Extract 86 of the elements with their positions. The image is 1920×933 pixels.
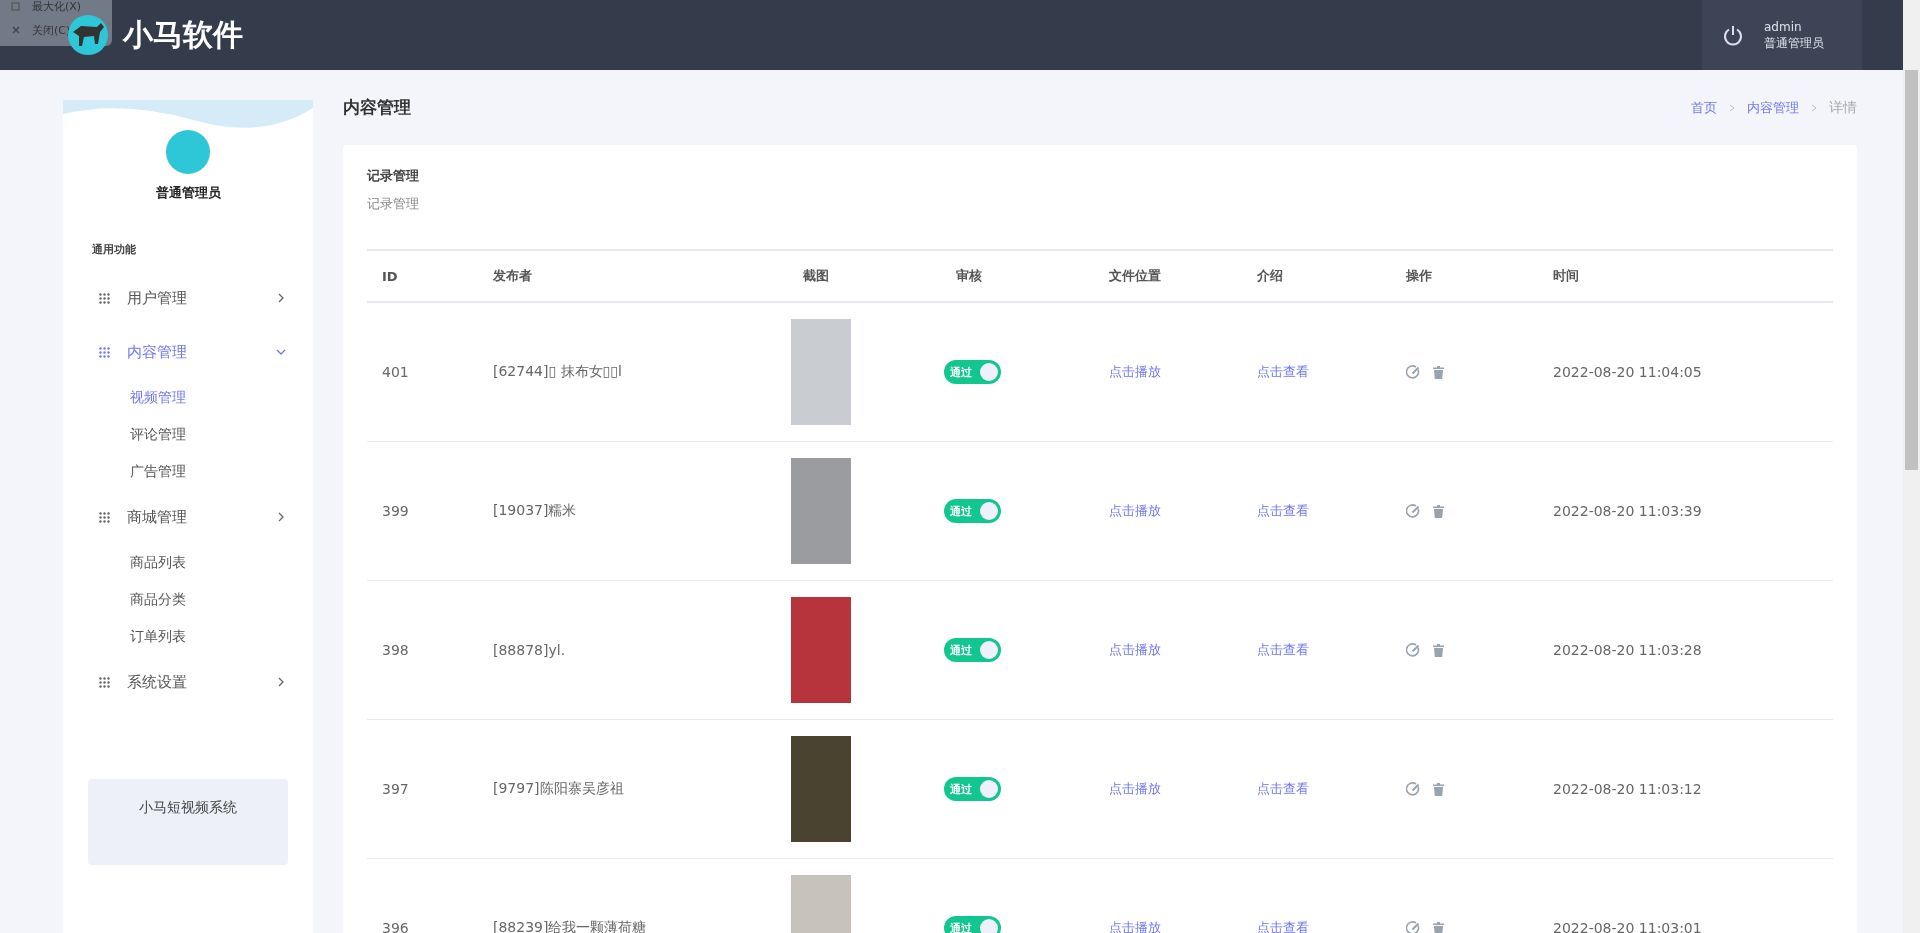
page-title: 内容管理 bbox=[343, 96, 411, 119]
table-cell: 2022-08-20 11:03:01 bbox=[1553, 920, 1702, 933]
section-title: 通用功能 bbox=[92, 242, 137, 257]
view-link[interactable]: 点击查看 bbox=[1257, 503, 1309, 518]
delete-icon[interactable] bbox=[1433, 643, 1444, 657]
grid-icon bbox=[99, 292, 110, 304]
delete-icon[interactable] bbox=[1433, 782, 1444, 796]
column-header: 操作 bbox=[1405, 267, 1433, 285]
table-cell: [19037]糯米 bbox=[493, 502, 577, 518]
nav-subitem[interactable]: 评论管理 bbox=[63, 416, 313, 453]
table-cell: [9797]陈阳寨吴彦祖 bbox=[493, 780, 624, 796]
user-panel[interactable]: admin 普通管理员 bbox=[1702, 0, 1862, 70]
grid-icon bbox=[99, 346, 110, 358]
edit-icon[interactable] bbox=[1406, 781, 1421, 797]
restore-icon bbox=[11, 1, 21, 11]
column-header: 文件位置 bbox=[1108, 267, 1162, 285]
review-toggle[interactable]: 通过 bbox=[944, 916, 1001, 933]
delete-icon[interactable] bbox=[1433, 504, 1444, 518]
chevron-right-icon bbox=[276, 677, 286, 687]
delete-icon[interactable] bbox=[1433, 365, 1444, 379]
view-link[interactable]: 点击查看 bbox=[1257, 642, 1309, 657]
table-cell: 401 bbox=[382, 364, 409, 380]
review-toggle[interactable]: 通过 bbox=[944, 638, 1001, 662]
nav-subitem[interactable]: 商品列表 bbox=[63, 544, 313, 581]
table-cell: 2022-08-20 11:03:12 bbox=[1553, 781, 1702, 797]
table-cell: 397 bbox=[382, 781, 409, 797]
review-toggle[interactable]: 通过 bbox=[944, 499, 1001, 523]
table-cell: 2022-08-20 11:03:39 bbox=[1553, 503, 1702, 519]
user-name: admin bbox=[1764, 19, 1803, 35]
column-header: ID bbox=[381, 268, 399, 284]
menu-item[interactable]: 关闭(C) bbox=[0, 18, 112, 42]
column-header: 截图 bbox=[802, 267, 830, 285]
nav-item[interactable]: 商城管理 bbox=[63, 490, 313, 544]
play-link[interactable]: 点击播放 bbox=[1109, 364, 1161, 379]
review-toggle[interactable]: 通过 bbox=[944, 360, 1001, 384]
table-cell: 2022-08-20 11:03:28 bbox=[1553, 642, 1702, 658]
nav-subitem[interactable]: 商品分类 bbox=[63, 581, 313, 618]
table-cell: 399 bbox=[382, 503, 409, 519]
nav-subitem[interactable]: 订单列表 bbox=[63, 618, 313, 655]
chevron-right-icon bbox=[276, 293, 286, 303]
view-link[interactable]: 点击查看 bbox=[1257, 364, 1309, 379]
chevron-right-icon bbox=[1811, 103, 1817, 112]
nav-item[interactable]: 用户管理 bbox=[63, 271, 313, 325]
grid-icon bbox=[99, 511, 110, 523]
edit-icon[interactable] bbox=[1406, 364, 1421, 380]
delete-icon[interactable] bbox=[1433, 921, 1444, 933]
play-link[interactable]: 点击播放 bbox=[1109, 642, 1161, 657]
edit-icon[interactable] bbox=[1406, 642, 1421, 658]
review-toggle[interactable]: 通过 bbox=[944, 777, 1001, 801]
breadcrumb-item: 详情 bbox=[1829, 98, 1857, 117]
column-header: 审核 bbox=[955, 267, 983, 285]
table-cell: [88878]yl. bbox=[493, 642, 566, 658]
avatar bbox=[166, 130, 210, 174]
horse-logo-icon bbox=[67, 14, 109, 56]
edit-icon[interactable] bbox=[1406, 503, 1421, 519]
nav-item[interactable]: 系统设置 bbox=[63, 655, 313, 709]
table-cell: [62744]▯ 抹布女▯▯l bbox=[493, 363, 622, 379]
card-subtitle: 记录管理 bbox=[367, 195, 420, 213]
breadcrumb-item[interactable]: 首页 bbox=[1691, 98, 1717, 117]
table-cell: 2022-08-20 11:04:05 bbox=[1553, 364, 1702, 380]
table-cell: 396 bbox=[382, 920, 409, 933]
menu-item[interactable]: 最大化(X) bbox=[0, 0, 112, 18]
column-header: 时间 bbox=[1552, 267, 1580, 285]
brand-name: 小马软件 bbox=[123, 15, 243, 54]
edit-icon[interactable] bbox=[1406, 920, 1421, 933]
nav-subitem[interactable]: 广告管理 bbox=[63, 453, 313, 490]
role-name: 普通管理员 bbox=[154, 184, 222, 202]
chevron-right-icon bbox=[276, 512, 286, 522]
play-link[interactable]: 点击播放 bbox=[1109, 503, 1161, 518]
view-link[interactable]: 点击查看 bbox=[1257, 781, 1309, 796]
user-role: 普通管理员 bbox=[1764, 35, 1824, 51]
nav-subitem[interactable]: 视频管理 bbox=[63, 379, 313, 416]
breadcrumb-item[interactable]: 内容管理 bbox=[1747, 98, 1799, 117]
column-header: 发布者 bbox=[492, 267, 533, 285]
play-link[interactable]: 点击播放 bbox=[1109, 781, 1161, 796]
chevron-right-icon bbox=[1729, 103, 1735, 112]
table-cell: 398 bbox=[382, 642, 409, 658]
scrollbar[interactable] bbox=[1903, 0, 1920, 933]
grid-icon bbox=[99, 676, 110, 688]
chevron-down-icon bbox=[276, 347, 286, 357]
system-name: 小马短视频系统 bbox=[139, 799, 237, 817]
power-icon bbox=[1722, 24, 1744, 46]
column-header: 介绍 bbox=[1256, 267, 1284, 285]
close-icon bbox=[11, 25, 21, 35]
card-title: 记录管理 bbox=[367, 167, 420, 185]
nav-item[interactable]: 内容管理 bbox=[63, 325, 313, 379]
